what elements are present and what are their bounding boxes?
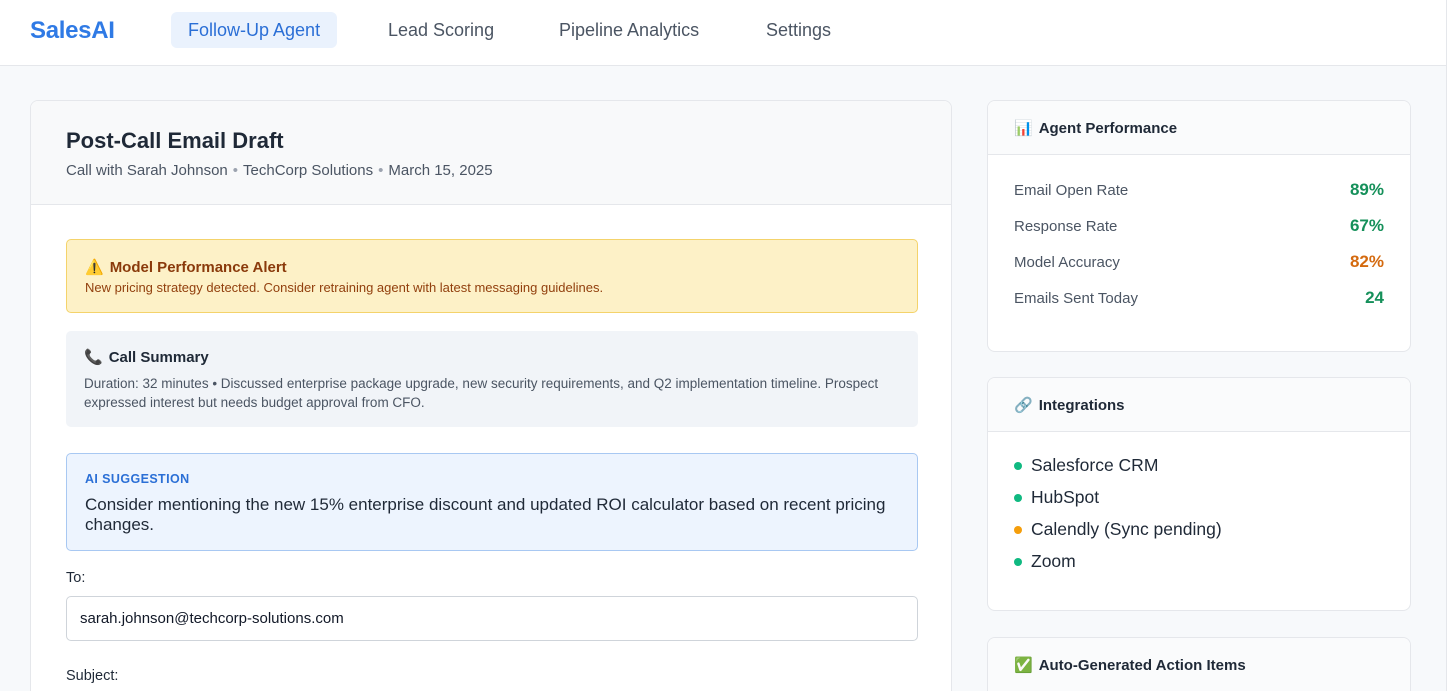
summary-text: Duration: 32 minutes • Discussed enterpr… (84, 376, 879, 410)
action-items-card: ✅ Auto-Generated Action Items (987, 637, 1411, 691)
integration-item-hubspot[interactable]: HubSpot (1014, 483, 1384, 515)
status-dot-icon (1014, 462, 1022, 470)
call-meta: Call with Sarah Johnson • TechCorp Solutio… (66, 162, 493, 179)
tab-pipeline-analytics[interactable]: Pipeline Analytics (542, 12, 716, 48)
status-dot-icon (1014, 494, 1022, 502)
metric-row: Emails Sent Today 24 (1014, 280, 1384, 316)
email-draft-card: Post-Call Email Draft Call with Sarah Jo… (30, 100, 952, 691)
metric-value: 67% (1349, 216, 1384, 235)
integration-name: HubSpot (1031, 487, 1100, 507)
meta-separator: • (378, 162, 384, 179)
to-field[interactable] (66, 596, 918, 641)
integrations-title: Integrations (1038, 397, 1125, 414)
integration-name: Calendly (Sync pending) (1031, 519, 1222, 539)
metric-label: Email Open Rate (1014, 182, 1129, 199)
integrations-card: 🔗 Integrations Salesforce CRM HubSpot Cal… (987, 377, 1411, 611)
integration-name: Zoom (1031, 551, 1076, 571)
warning-icon: ⚠️ (85, 259, 104, 276)
tab-follow-up-agent[interactable]: Follow-Up Agent (171, 12, 338, 48)
phone-icon: 📞 (84, 349, 103, 366)
meta-separator: • (232, 162, 239, 179)
subject-label: Subject: (66, 668, 119, 684)
metric-value: 24 (1365, 288, 1384, 307)
integration-item-calendly[interactable]: Calendly (Sync pending) (1014, 515, 1384, 547)
link-icon: 🔗 (1014, 397, 1033, 414)
check-icon: ✅ (1014, 657, 1033, 674)
metric-label: Model Accuracy (1014, 254, 1120, 271)
integration-item-zoom[interactable]: Zoom (1014, 547, 1384, 579)
metric-row: Response Rate 67% (1014, 208, 1384, 244)
tab-lead-scoring[interactable]: Lead Scoring (371, 12, 511, 48)
metric-row: Model Accuracy 82% (1014, 244, 1384, 280)
metric-value: 89% (1349, 180, 1384, 199)
alert-title: Model Performance Alert (109, 259, 287, 276)
ai-suggestion: AI SUGGESTION Consider mentioning the ne… (66, 453, 918, 551)
summary-title: Call Summary (108, 349, 209, 366)
integration-name: Salesforce CRM (1031, 455, 1159, 475)
alert-message: New pricing strategy detected. Consider … (85, 280, 604, 295)
integration-item-salesforce[interactable]: Salesforce CRM (1014, 451, 1384, 483)
action-items-title: Auto-Generated Action Items (1038, 657, 1246, 674)
metric-value: 82% (1349, 252, 1384, 271)
status-dot-icon (1014, 558, 1022, 566)
call-date: March 15, 2025 (388, 162, 493, 179)
top-navigation: SalesAI Follow-Up Agent Lead Scoring Pip… (0, 0, 1446, 66)
to-label: To: (66, 570, 86, 586)
call-company: TechCorp Solutions (243, 162, 374, 179)
metric-label: Response Rate (1014, 218, 1118, 235)
call-contact: Call with Sarah Johnson (66, 162, 228, 179)
page-title: Post-Call Email Draft (66, 128, 284, 153)
suggestion-text: Consider mentioning the new 15% enterpri… (85, 495, 886, 534)
agent-performance-card: 📊 Agent Performance Email Open Rate 89% R… (987, 100, 1411, 352)
model-performance-alert: ⚠️ Model Performance Alert New pricing st… (66, 239, 918, 313)
brand-logo[interactable]: SalesAI (30, 17, 115, 45)
draft-header: Post-Call Email Draft Call with Sarah Jo… (31, 101, 951, 205)
call-summary: 📞 Call Summary Duration: 32 minutes • Dis… (66, 331, 918, 427)
performance-title: Agent Performance (1038, 120, 1178, 137)
tab-settings[interactable]: Settings (749, 12, 848, 48)
window-edge (1446, 0, 1456, 691)
chart-icon: 📊 (1014, 120, 1033, 137)
metric-label: Emails Sent Today (1014, 290, 1138, 307)
status-dot-icon (1014, 526, 1022, 534)
metric-row: Email Open Rate 89% (1014, 172, 1384, 208)
suggestion-label: AI SUGGESTION (85, 472, 190, 486)
